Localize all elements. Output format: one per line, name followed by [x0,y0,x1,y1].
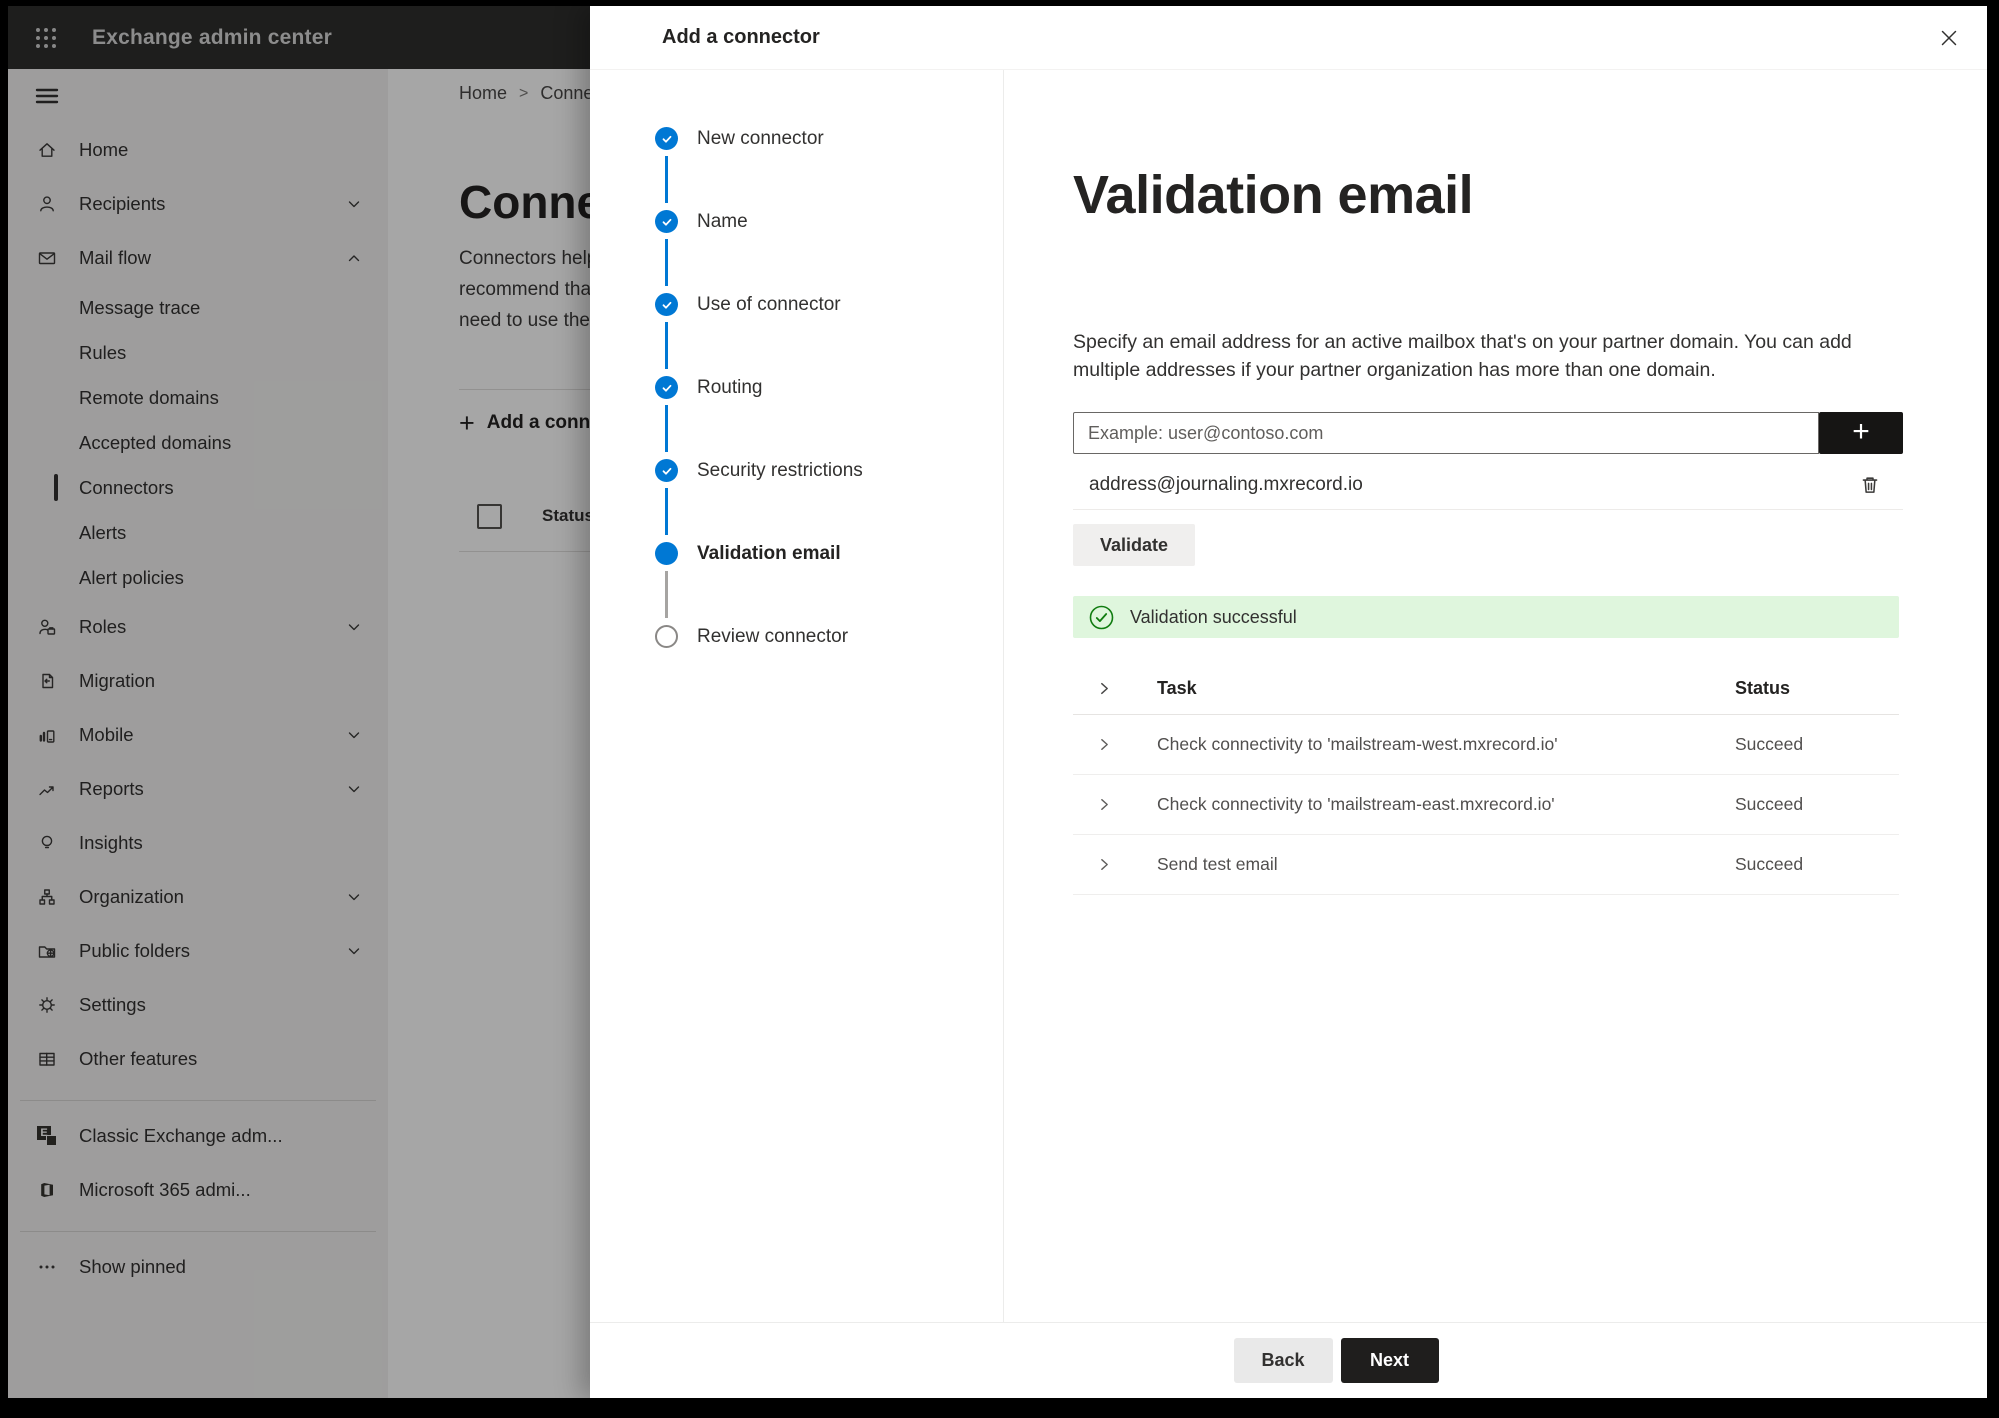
status-column-header: Status [1735,677,1791,698]
step-current-icon [655,542,678,565]
validation-results-table: Task Status Check connectivity to 'mails… [1073,662,1899,895]
step-use-of-connector[interactable]: Use of connector [655,293,1003,376]
step-security-restrictions[interactable]: Security restrictions [655,459,1003,542]
step-new-connector[interactable]: New connector [655,127,1003,210]
validation-success-banner: Validation successful [1073,596,1899,638]
add-address-button[interactable]: + [1819,412,1903,454]
step-complete-icon [655,459,678,482]
step-complete-icon [655,127,678,150]
task-cell: Send test email [1157,854,1278,874]
task-cell: Check connectivity to 'mailstream-west.m… [1157,734,1558,754]
step-todo-icon [655,625,678,648]
step-validation-email[interactable]: Validation email [655,542,1003,625]
status-cell: Succeed [1735,854,1804,874]
status-cell: Succeed [1735,794,1804,814]
success-check-icon [1089,605,1114,629]
table-row: Send test email Succeed [1073,835,1899,895]
table-header-row: Task Status [1073,662,1899,715]
validate-button[interactable]: Validate [1073,524,1196,566]
add-connector-panel: Add a connector New connector Name Use o… [590,6,1987,1398]
task-cell: Check connectivity to 'mailstream-east.m… [1157,794,1555,814]
step-heading: Validation email [1073,165,1474,225]
close-button[interactable] [1929,18,1969,58]
added-address: address@journaling.mxrecord.io [1089,473,1363,495]
expand-row-button[interactable] [1097,857,1112,872]
step-review-connector[interactable]: Review connector [655,625,1003,708]
app-window: Exchange admin center Home Recipients Ma… [8,6,1987,1398]
panel-header: Add a connector [590,6,1987,70]
status-cell: Succeed [1735,734,1804,754]
table-row: Check connectivity to 'mailstream-west.m… [1073,715,1899,775]
step-routing[interactable]: Routing [655,376,1003,459]
chevron-right-icon [1101,738,1108,751]
step-complete-icon [655,376,678,399]
added-address-row: address@journaling.mxrecord.io [1073,460,1903,510]
next-button[interactable]: Next [1340,1338,1439,1383]
step-name[interactable]: Name [655,210,1003,293]
banner-text: Validation successful [1130,606,1297,627]
email-address-input[interactable] [1073,412,1819,454]
validation-email-step-content: Validation email Specify an email addres… [1004,70,1987,1322]
step-complete-icon [655,210,678,233]
expand-row-button[interactable] [1097,797,1112,812]
step-description: Specify an email address for an active m… [1073,331,1852,381]
email-input-row: + [1073,412,1903,454]
plus-icon: + [1852,414,1870,448]
panel-footer: Back Next [590,1322,1987,1398]
table-row: Check connectivity to 'mailstream-east.m… [1073,775,1899,835]
expand-all-button[interactable] [1097,681,1112,696]
chevron-right-icon [1101,858,1108,871]
expand-row-button[interactable] [1097,737,1112,752]
panel-title: Add a connector [662,26,820,48]
step-complete-icon [655,293,678,316]
back-button[interactable]: Back [1233,1338,1333,1383]
trash-icon [1862,476,1878,493]
delete-address-button[interactable] [1859,474,1881,496]
chevron-right-icon [1101,798,1108,811]
task-column-header: Task [1157,677,1197,698]
close-icon [1941,30,1957,46]
wizard-stepper: New connector Name Use of connector Rout… [590,70,1004,1322]
chevron-right-icon [1101,682,1108,694]
